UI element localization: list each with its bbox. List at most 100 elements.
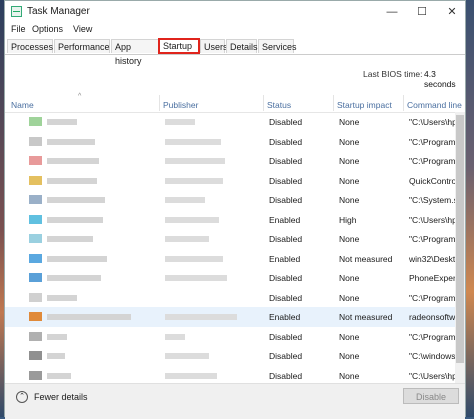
blurred-name [47, 158, 99, 164]
title-bar: Task Manager — ☐ ✕ [5, 1, 465, 23]
status-cell: Disabled [269, 136, 303, 147]
bios-time-label: Last BIOS time: [363, 69, 423, 79]
app-icon [29, 312, 42, 321]
app-icon [29, 273, 42, 282]
startup-impact-cell: None [339, 370, 360, 381]
tab-startup[interactable]: Startup [158, 38, 200, 54]
app-icon [29, 292, 42, 302]
footer-bar: ⌃ Fewer details Disable [5, 383, 465, 419]
column-publisher[interactable]: Publisher [163, 100, 198, 110]
disable-button[interactable]: Disable [403, 388, 459, 404]
minimize-button[interactable]: — [380, 3, 404, 21]
startup-impact-cell: High [339, 214, 357, 225]
table-row[interactable]: Disabled None "C:\Program F [5, 151, 460, 171]
app-icon [29, 370, 42, 380]
blurred-name [47, 216, 103, 223]
task-manager-icon [11, 6, 22, 17]
blurred-name [47, 353, 65, 359]
app-icon [29, 195, 42, 204]
menu-view[interactable]: View [73, 24, 92, 34]
app-icon [29, 175, 42, 185]
blurred-name [47, 372, 71, 379]
column-divider[interactable] [159, 95, 160, 111]
maximize-button[interactable]: ☐ [410, 3, 434, 21]
status-cell: Enabled [269, 312, 301, 322]
status-cell: Disabled [269, 351, 303, 361]
table-row[interactable]: Disabled None "C:\Program F [5, 229, 460, 249]
tab-users[interactable]: Users [200, 39, 228, 53]
blurred-name [47, 177, 97, 184]
task-manager-window: Task Manager — ☐ ✕ File Options View Pro… [4, 0, 466, 419]
command-line-cell: "C:\Program" [409, 292, 459, 303]
command-line-cell: "C:\Program F [409, 156, 460, 166]
column-divider[interactable] [263, 95, 264, 111]
startup-impact-cell: None [339, 234, 360, 244]
blurred-publisher [165, 158, 225, 164]
column-command-line[interactable]: Command line [407, 100, 462, 110]
column-header-row: ^ Name Publisher Status Startup impact C… [5, 92, 465, 113]
tab-strip: Processes Performance App history Startu… [5, 38, 465, 66]
menu-options[interactable]: Options [32, 24, 63, 34]
table-row[interactable]: Disabled None QuickControls [5, 171, 460, 191]
column-divider[interactable] [403, 95, 404, 111]
blurred-name [47, 255, 107, 262]
blurred-publisher [165, 216, 219, 223]
command-line-cell: "C:\Program F [409, 234, 460, 244]
blurred-publisher [165, 314, 237, 320]
command-line-cell: "C:\Program F [409, 331, 460, 342]
tab-app-history[interactable]: App history [111, 39, 160, 66]
column-divider[interactable] [333, 95, 334, 111]
table-row[interactable]: Enabled Not measured radeonsoftwar [5, 307, 460, 327]
status-cell: Disabled [269, 156, 303, 166]
status-cell: Disabled [269, 273, 303, 283]
close-button[interactable]: ✕ [440, 3, 464, 21]
app-icon [29, 156, 42, 165]
blurred-publisher [165, 177, 223, 184]
status-cell: Disabled [269, 175, 303, 186]
status-cell: Disabled [269, 331, 303, 342]
status-cell: Enabled [269, 214, 301, 225]
bios-time-value: 4.3 seconds [424, 69, 456, 89]
command-line-cell: "C:\windows\ [409, 351, 458, 361]
app-icon [29, 136, 42, 146]
blurred-publisher [165, 353, 209, 359]
startup-impact-cell: None [339, 175, 360, 186]
startup-impact-cell: None [339, 351, 360, 361]
tab-details[interactable]: Details [226, 39, 258, 53]
table-row[interactable]: Disabled None "C:\Program F [5, 132, 460, 152]
tab-services[interactable]: Services [258, 39, 297, 53]
startup-impact-cell: Not measured [339, 253, 393, 264]
table-row[interactable]: Disabled None PhoneExperien [5, 268, 460, 288]
scrollbar-thumb[interactable] [456, 115, 464, 363]
table-row[interactable]: Disabled None "C:\System.sav [5, 190, 460, 210]
command-line-cell: win32\Desktop [409, 253, 460, 264]
blurred-publisher [165, 255, 223, 262]
fewer-details-link[interactable]: Fewer details [34, 392, 88, 402]
column-name[interactable]: Name [11, 100, 34, 110]
app-icon [29, 234, 42, 243]
table-row[interactable]: Disabled None "C:\windows\ [5, 346, 460, 366]
column-status[interactable]: Status [267, 100, 291, 110]
table-row[interactable]: Disabled None "C:\Program" [5, 288, 460, 308]
table-row[interactable]: Disabled None "C:\Program F [5, 327, 460, 347]
command-line-cell: PhoneExperien [409, 273, 460, 283]
menu-file[interactable]: File [11, 24, 26, 34]
table-row[interactable]: Enabled Not measured win32\Desktop [5, 249, 460, 269]
table-row[interactable]: Disabled None "C:\Users\hp\ [5, 112, 460, 132]
command-line-cell: radeonsoftwar [409, 312, 460, 322]
command-line-cell: "C:\System.sav [409, 195, 460, 205]
blurred-name [47, 236, 93, 242]
status-cell: Disabled [269, 370, 303, 381]
command-line-cell: "C:\Users\hp\ [409, 370, 460, 381]
status-cell: Disabled [269, 292, 303, 303]
startup-impact-cell: None [339, 292, 360, 303]
table-row[interactable]: Enabled High "C:\Users\hp\ [5, 210, 460, 230]
app-icon [29, 117, 42, 126]
status-cell: Disabled [269, 195, 303, 205]
tab-processes[interactable]: Processes [7, 39, 53, 53]
column-startup-impact[interactable]: Startup impact [337, 100, 392, 110]
startup-impact-cell: None [339, 331, 360, 342]
blurred-publisher [165, 236, 209, 242]
tab-performance[interactable]: Performance [54, 39, 110, 53]
collapse-icon[interactable]: ⌃ [16, 391, 28, 403]
